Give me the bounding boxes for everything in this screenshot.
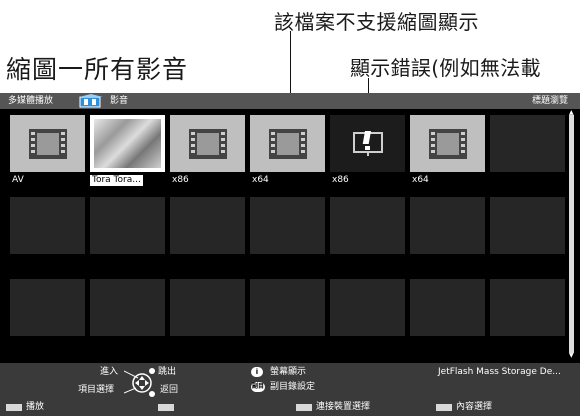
help-content-select-label: 內容選擇 [456, 402, 493, 412]
thumbnail-empty [250, 279, 325, 336]
thumbnail-empty [10, 197, 85, 254]
thumbnail-empty [490, 197, 565, 254]
help-enter-label: 進入 [100, 367, 119, 377]
scroll-down-arrow-icon[interactable]: ▼ [569, 352, 574, 359]
thumbnail-label: AV [12, 175, 24, 185]
scrollbar-thumb[interactable] [569, 115, 574, 353]
error-exclamation-icon [352, 130, 383, 161]
thumbnail-tora-tora-selected[interactable] [90, 115, 165, 172]
subdir-button-icon: 副目 [251, 382, 265, 392]
help-jump-out-label: 跳出 [158, 367, 177, 377]
thumbnail-av[interactable] [10, 115, 85, 172]
breadcrumb-multimedia: 多媒體播放 [8, 96, 54, 106]
thumbnail-x86-error[interactable] [330, 115, 405, 172]
thumbnail-empty [90, 197, 165, 254]
thumbnail-empty [330, 197, 405, 254]
yellow-button-icon [296, 404, 312, 411]
red-button-icon [6, 404, 22, 411]
blue-button-icon [436, 404, 452, 411]
breadcrumb-video: 影音 [110, 96, 129, 106]
thumbnail-label: x64 [412, 175, 429, 185]
title-browse-label: 標題瀏覽 [531, 96, 568, 106]
thumbnail-empty [170, 197, 245, 254]
film-strip-icon [188, 128, 227, 163]
help-item-select-label: 項目選擇 [78, 385, 115, 395]
thumbnail-label-selected: Tora Tora... [90, 175, 143, 186]
thumbnail-label: x86 [172, 175, 189, 185]
thumbnail-empty [10, 279, 85, 336]
help-connect-device-label: 連接裝置選擇 [316, 402, 371, 412]
film-strip-icon [28, 128, 67, 163]
annotation-thumbnail-all-media: 縮圖一所有影音 [6, 55, 189, 84]
thumbnail-empty [330, 279, 405, 336]
thumbnail-label: x86 [332, 175, 349, 185]
thumbnail-label: x64 [252, 175, 269, 185]
thumbnail-empty [490, 115, 565, 172]
thumbnail-x64[interactable] [250, 115, 325, 172]
media-browser-screen: 多媒體播放 影音 標題瀏覽 AV Tora Tora... x86 x64 x8… [0, 93, 580, 416]
help-screen-display-label: 螢幕顯示 [270, 367, 307, 377]
thumbnail-empty [170, 279, 245, 336]
thumbnail-empty [250, 197, 325, 254]
film-strip-icon [428, 128, 467, 163]
thumbnail-x86[interactable] [170, 115, 245, 172]
thumbnail-empty [410, 279, 485, 336]
film-strip-icon [268, 128, 307, 163]
photo-thumbnail-image [94, 119, 161, 168]
help-back-label: 返回 [160, 385, 179, 395]
scrollbar[interactable] [569, 115, 574, 353]
device-name-label: JetFlash Mass Storage De... [438, 367, 561, 377]
media-player-icon [78, 94, 104, 108]
top-bar: 多媒體播放 影音 標題瀏覽 [0, 93, 580, 109]
help-bar: 進入 項目選擇 跳出 返回 i 螢幕顯示 副目 副目錄設定 JetFlash M… [0, 363, 580, 416]
help-subdir-setting-label: 副目錄設定 [270, 382, 316, 392]
green-button-icon [158, 404, 174, 411]
thumbnail-empty [90, 279, 165, 336]
thumbnail-empty [490, 279, 565, 336]
annotation-no-thumbnail: 該檔案不支援縮圖顯示 [274, 10, 479, 34]
info-button-icon: i [251, 367, 263, 377]
help-play-label: 播放 [26, 402, 45, 412]
thumbnail-x64[interactable] [410, 115, 485, 172]
thumbnail-empty [410, 197, 485, 254]
annotation-display-error: 顯示錯誤(例如無法載 [350, 56, 541, 80]
